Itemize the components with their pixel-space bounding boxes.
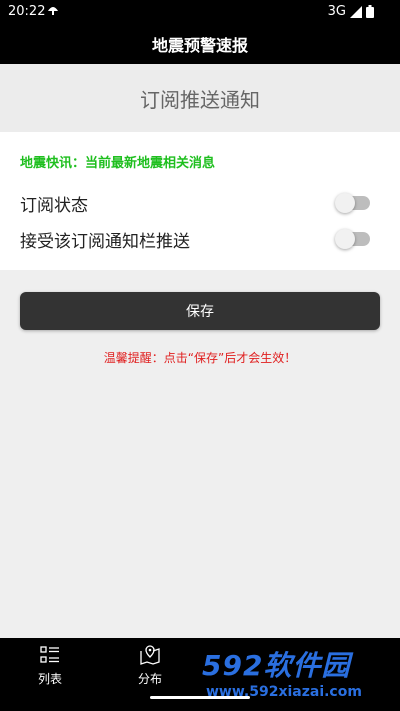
signal-icon xyxy=(350,5,362,18)
page-title-bar: 订阅推送通知 xyxy=(0,64,400,132)
list-icon xyxy=(40,646,59,663)
network-type: 3G xyxy=(327,4,346,19)
subscribe-toggle[interactable] xyxy=(335,193,370,213)
reminder-text: 温馨提醒：点击“保存”后才会生效！ xyxy=(103,351,297,365)
notify-toggle[interactable] xyxy=(335,229,370,249)
subscription-card: 地震快讯：当前最新地震相关消息 订阅状态 接受该订阅通知栏推送 xyxy=(0,132,400,270)
tab-map[interactable]: 分布 xyxy=(110,644,190,687)
toggle-knob xyxy=(335,229,355,249)
subscribe-row: 订阅状态 xyxy=(20,188,370,218)
toggle-knob xyxy=(335,193,355,213)
status-indicators: 3G xyxy=(328,4,374,19)
page-title: 订阅推送通知 xyxy=(140,87,260,112)
notify-label: 接受该订阅通知栏推送 xyxy=(20,231,190,252)
status-time: 20:22 xyxy=(8,4,46,19)
tab-list[interactable]: 列表 xyxy=(10,644,90,687)
notification-icon xyxy=(48,7,58,15)
map-icon xyxy=(140,645,160,665)
subscribe-label: 订阅状态 xyxy=(20,195,88,216)
status-bar: 20:22 3G xyxy=(0,0,400,24)
gesture-bar xyxy=(150,696,250,699)
battery-icon xyxy=(366,5,374,18)
tab-map-label: 分布 xyxy=(137,672,162,686)
notify-row: 接受该订阅通知栏推送 xyxy=(20,224,370,254)
tab-list-label: 列表 xyxy=(37,672,62,686)
app-title: 地震预警速报 xyxy=(151,36,248,55)
save-button[interactable]: 保存 xyxy=(20,292,380,330)
quick-news-text: 地震快讯：当前最新地震相关消息 xyxy=(20,156,216,171)
bottom-nav: 列表 分布 xyxy=(0,638,400,711)
app-bar: 地震预警速报 xyxy=(0,24,400,64)
